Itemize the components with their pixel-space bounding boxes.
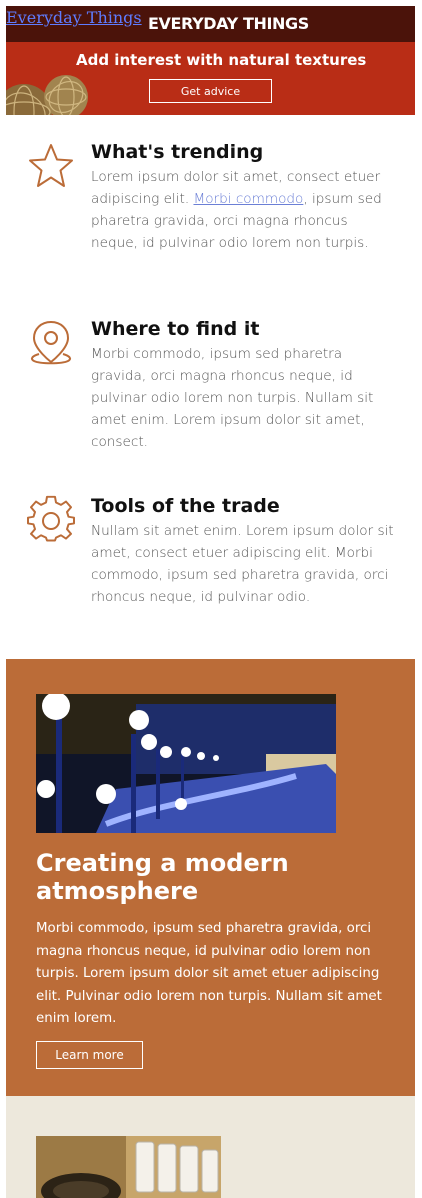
feature-text: Nullam sit amet enim. Lorem ipsum dolor … — [91, 523, 394, 605]
header-banner: Everyday Things EVERYDAY THINGS Add inte… — [6, 6, 415, 115]
lounge-photo — [36, 694, 336, 833]
modern-atmosphere-section: Creating a modern atmosphere Morbi commo… — [6, 659, 415, 1096]
chairs-photo — [36, 1136, 221, 1198]
beige-section — [6, 1096, 415, 1198]
feature-text: Morbi commodo, ipsum sed pharetra gravid… — [91, 346, 374, 450]
feature-list: What's trending Lorem ipsum dolor sit am… — [6, 115, 415, 659]
header-top-bar: Everyday Things EVERYDAY THINGS — [6, 6, 415, 42]
gear-icon — [27, 495, 75, 542]
section-text: Morbi commodo, ipsum sed pharetra gravid… — [36, 921, 382, 1026]
brand-link[interactable]: Everyday Things — [6, 8, 142, 27]
feature-title: Where to find it — [91, 318, 260, 340]
morbi-commodo-link[interactable]: Morbi commodo — [193, 191, 303, 207]
learn-more-button[interactable]: Learn more — [36, 1041, 143, 1069]
section-title: Creating a modern atmosphere — [36, 849, 289, 905]
map-pin-icon — [30, 320, 72, 365]
header-tagline: Add interest with natural textures — [76, 51, 367, 69]
feature-title: Tools of the trade — [91, 495, 280, 517]
get-advice-button[interactable]: Get advice — [149, 79, 272, 103]
brand-title: EVERYDAY THINGS — [148, 14, 309, 33]
feature-text: Lorem ipsum dolor sit amet, consect etue… — [91, 169, 382, 251]
feature-title: What's trending — [91, 141, 264, 163]
star-icon — [29, 144, 73, 187]
